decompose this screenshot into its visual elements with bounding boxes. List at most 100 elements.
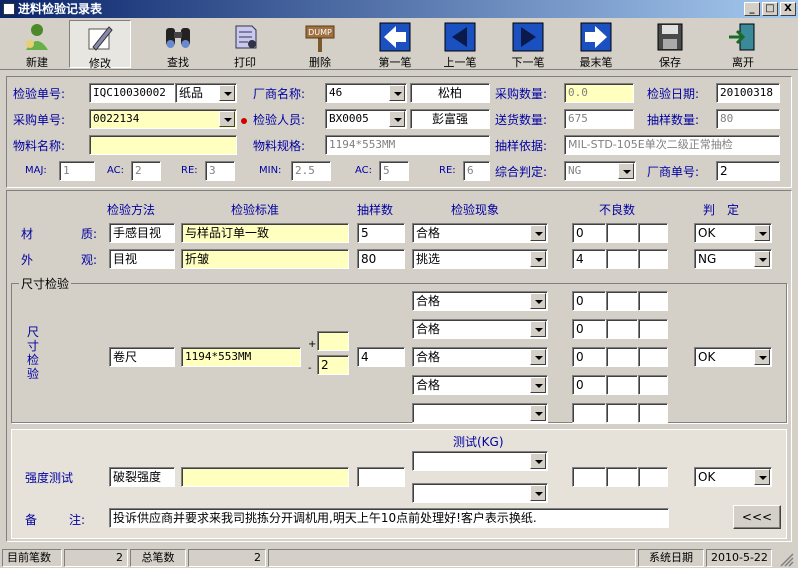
dimension-defect-extra[interactable] <box>638 291 668 311</box>
back-button[interactable]: <<< <box>733 505 781 529</box>
strength-test-select-2[interactable] <box>412 483 548 503</box>
chevron-down-icon[interactable] <box>754 251 770 267</box>
material-defect-field-3[interactable] <box>638 223 668 243</box>
chevron-down-icon[interactable] <box>530 321 546 337</box>
strength-defect-field-2[interactable] <box>606 467 638 487</box>
remark-field[interactable]: 投诉供应商并要求来我司挑拣分开调机用,明天上午10点前处理好!客户表示换纸. <box>109 508 669 528</box>
dimension-defect-field-1[interactable]: 0 <box>572 291 606 311</box>
chevron-down-icon[interactable] <box>530 225 546 241</box>
strength-method-field[interactable]: 破裂强度 <box>109 467 175 487</box>
material-phenomenon-select[interactable]: 合格 <box>412 223 548 243</box>
inspector-name-field[interactable]: 彭富强 <box>410 109 490 129</box>
dimension-defect-extra[interactable] <box>638 375 668 395</box>
dimension-phenomenon-select-1[interactable]: 合格 <box>412 291 548 311</box>
exit-button[interactable]: 离开 <box>712 20 774 69</box>
appearance-defect-field[interactable]: 4 <box>572 249 606 269</box>
po-no-select[interactable]: 0022134 <box>89 109 237 129</box>
dimension-defect-extra[interactable] <box>638 403 668 423</box>
strength-judge-select[interactable]: OK <box>694 467 772 487</box>
close-button[interactable]: X <box>780 2 796 16</box>
chevron-down-icon[interactable] <box>530 251 546 267</box>
inspect-date-field[interactable]: 20100318 <box>716 83 780 103</box>
dimension-standard-field[interactable]: 1194*553MM <box>181 347 301 367</box>
chevron-down-icon[interactable] <box>389 85 405 101</box>
vendor-doc-field[interactable]: 2 <box>716 161 780 181</box>
dimension-defect-extra[interactable] <box>606 291 638 311</box>
re1-field[interactable]: 3 <box>205 161 235 181</box>
inspector-code-select[interactable]: BX0005 <box>325 109 407 129</box>
chevron-down-icon[interactable] <box>530 453 546 469</box>
ac1-field[interactable]: 2 <box>131 161 161 181</box>
chevron-down-icon[interactable] <box>754 349 770 365</box>
new-button[interactable]: 新建 <box>6 20 68 69</box>
chevron-down-icon[interactable] <box>530 377 546 393</box>
chevron-down-icon[interactable] <box>618 163 634 179</box>
appearance-samples-field[interactable]: 80 <box>357 249 405 269</box>
dimension-defect-extra[interactable] <box>606 347 638 367</box>
dimension-phenomenon-select-4[interactable]: 合格 <box>412 375 548 395</box>
appearance-method-field[interactable]: 目视 <box>109 249 175 269</box>
strength-standard-field[interactable] <box>181 467 349 487</box>
prev-record-button[interactable]: 上一笔 <box>429 20 491 69</box>
dimension-defect-extra[interactable] <box>606 319 638 339</box>
appearance-defect-field-3[interactable] <box>638 249 668 269</box>
sampling-basis-field[interactable]: MIL-STD-105E单次二级正常抽检 <box>564 135 780 155</box>
vendor-name-field[interactable]: 松柏 <box>410 83 490 103</box>
dimension-defect-field-5[interactable] <box>572 403 606 423</box>
first-record-button[interactable]: 第一笔 <box>364 20 426 69</box>
ac2-field[interactable]: 5 <box>379 161 409 181</box>
dimension-defect-field-2[interactable]: 0 <box>572 319 606 339</box>
print-button[interactable]: 打印 <box>214 20 276 69</box>
tolerance-plus-field[interactable] <box>317 331 349 351</box>
maj-field[interactable]: 1 <box>59 161 95 181</box>
inspection-no-field[interactable]: IQC10030002 <box>89 83 175 103</box>
dimension-samples-field[interactable]: 4 <box>357 347 405 367</box>
strength-test-select-1[interactable] <box>412 451 548 471</box>
edit-button[interactable]: 修改 <box>69 20 131 70</box>
material-defect-field-2[interactable] <box>606 223 638 243</box>
vendor-code-select[interactable]: 46 <box>325 83 407 103</box>
appearance-judge-select[interactable]: NG <box>694 249 772 269</box>
material-standard-field[interactable]: 与样品订单一致 <box>181 223 349 243</box>
chevron-down-icon[interactable] <box>219 111 235 127</box>
maximize-button[interactable]: □ <box>762 2 778 16</box>
material-method-field[interactable]: 手感目视 <box>109 223 175 243</box>
strength-defect-field[interactable] <box>572 467 606 487</box>
dimension-method-field[interactable]: 卷尺 <box>109 347 175 367</box>
appearance-standard-field[interactable]: 折皱 <box>181 249 349 269</box>
material-spec-field[interactable]: 1194*553MM <box>325 135 490 155</box>
material-samples-field[interactable]: 5 <box>357 223 405 243</box>
min-field[interactable]: 2.5 <box>291 161 331 181</box>
strength-defect-field-3[interactable] <box>638 467 668 487</box>
last-record-button[interactable]: 最末笔 <box>565 20 627 69</box>
purchase-qty-field[interactable]: 0.0 <box>564 83 634 103</box>
strength-samples-field[interactable] <box>357 467 405 487</box>
re2-field[interactable]: 6 <box>463 161 490 181</box>
material-judge-select[interactable]: OK <box>694 223 772 243</box>
next-record-button[interactable]: 下一笔 <box>497 20 559 69</box>
dimension-judge-select[interactable]: OK <box>694 347 772 367</box>
dimension-defect-extra[interactable] <box>606 375 638 395</box>
save-button[interactable]: 保存 <box>639 20 701 69</box>
dimension-phenomenon-select-5[interactable] <box>412 403 548 423</box>
dimension-defect-extra[interactable] <box>606 403 638 423</box>
sample-qty-field[interactable]: 80 <box>716 109 780 129</box>
dimension-defect-field-3[interactable]: 0 <box>572 347 606 367</box>
chevron-down-icon[interactable] <box>754 225 770 241</box>
minimize-button[interactable]: _ <box>744 2 760 16</box>
material-name-field[interactable] <box>89 135 237 155</box>
chevron-down-icon[interactable] <box>530 293 546 309</box>
tolerance-minus-field[interactable]: 2 <box>317 355 349 375</box>
delivery-qty-field[interactable]: 675 <box>564 109 634 129</box>
chevron-down-icon[interactable] <box>530 405 546 421</box>
material-defect-field[interactable]: 0 <box>572 223 606 243</box>
material-type-select[interactable]: 纸品 <box>175 83 237 103</box>
overall-judge-select[interactable]: NG <box>564 161 636 181</box>
dimension-phenomenon-select-2[interactable]: 合格 <box>412 319 548 339</box>
resize-grip-icon[interactable] <box>778 551 794 567</box>
chevron-down-icon[interactable] <box>219 85 235 101</box>
appearance-phenomenon-select[interactable]: 挑选 <box>412 249 548 269</box>
chevron-down-icon[interactable] <box>389 111 405 127</box>
dimension-defect-field-4[interactable]: 0 <box>572 375 606 395</box>
dimension-defect-extra[interactable] <box>638 319 668 339</box>
